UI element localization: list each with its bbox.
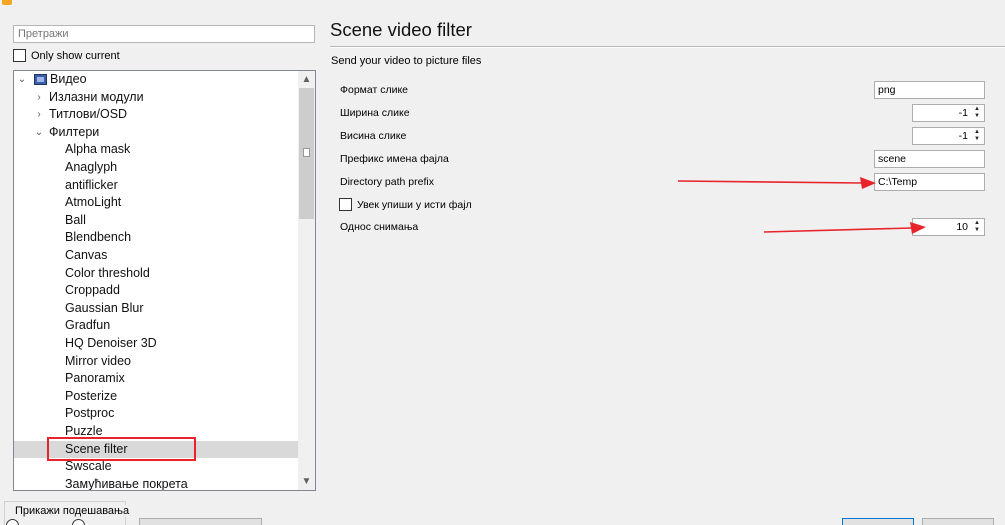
tree-item[interactable]: Color threshold xyxy=(14,265,298,283)
recording-ratio-value: 10 xyxy=(956,221,968,233)
tree-item[interactable]: HQ Denoiser 3D xyxy=(14,335,298,353)
tree-item-label: Ball xyxy=(65,212,86,227)
tree-item[interactable]: › Титлови/OSD xyxy=(14,106,298,124)
tree-item[interactable]: ⌄ Видео xyxy=(14,71,298,89)
tree-item[interactable]: antiflicker xyxy=(14,177,298,195)
spin-down-icon[interactable]: ▼ xyxy=(971,227,983,234)
tree-item-label: antiflicker xyxy=(65,177,118,192)
tree-item-label: Gradfun xyxy=(65,318,111,333)
tree-item-label: Croppadd xyxy=(65,283,120,298)
image-height-value: -1 xyxy=(958,130,968,142)
tree-item-label: Mirror video xyxy=(65,353,131,368)
tree-item-label: Panoramix xyxy=(65,371,125,386)
always-write-same-file-label: Увек упиши у исти фајл xyxy=(357,199,472,211)
tree-item-label: Излазни модули xyxy=(49,89,144,104)
spin-up-icon[interactable]: ▲ xyxy=(971,220,983,227)
cancel-button[interactable] xyxy=(922,518,994,525)
search-input[interactable]: Претражи xyxy=(13,25,315,43)
chevron-right-icon[interactable]: › xyxy=(34,106,44,124)
image-width-value: -1 xyxy=(958,107,968,119)
save-button[interactable] xyxy=(842,518,914,525)
tree-item[interactable]: Замућивање покрета xyxy=(14,476,298,491)
tree-item-label: Замућивање покрета xyxy=(65,476,188,491)
tree-item-label: Canvas xyxy=(65,248,108,262)
vlc-cone-icon xyxy=(2,0,12,5)
only-show-current-checkbox[interactable] xyxy=(13,49,26,62)
tree-item-label: Титлови/OSD xyxy=(49,107,128,122)
chevron-right-icon[interactable]: › xyxy=(34,89,44,107)
tree-item-label: Color threshold xyxy=(65,265,150,280)
recording-ratio-label: Однос снимања xyxy=(340,221,419,233)
image-height-label: Висина слике xyxy=(340,130,407,142)
tree-item-label: Филтери xyxy=(49,124,100,139)
show-settings-all-radio[interactable] xyxy=(72,519,85,525)
tree-item-label: Postproc xyxy=(65,406,115,421)
image-height-spinbox[interactable]: -1 ▲ ▼ xyxy=(912,127,985,145)
spin-down-icon[interactable]: ▼ xyxy=(971,136,983,143)
tree-item-label: AtmoLight xyxy=(65,195,122,210)
scrollbar-thumb[interactable] xyxy=(299,88,314,219)
tree-item[interactable]: Postproc xyxy=(14,405,298,423)
image-format-input[interactable]: png xyxy=(874,81,985,99)
tree-item-label: Gaussian Blur xyxy=(65,300,144,315)
filename-prefix-input[interactable]: scene xyxy=(874,150,985,168)
image-width-spinbox[interactable]: -1 ▲ ▼ xyxy=(912,104,985,122)
image-width-label: Ширина слике xyxy=(340,107,410,119)
ratio-annotation-arrow-icon xyxy=(763,222,926,234)
tree-item-label: Posterize xyxy=(65,388,118,403)
tree-item[interactable]: Blendbench xyxy=(14,229,298,247)
directory-annotation-arrow-icon xyxy=(677,177,876,189)
scrollbar-grip xyxy=(303,148,310,157)
page-subtitle: Send your video to picture files xyxy=(331,55,482,67)
show-settings-simple-radio[interactable] xyxy=(6,519,19,525)
title-divider-highlight xyxy=(330,47,1005,48)
tree-item[interactable]: ⌄ Филтери xyxy=(14,124,298,142)
spin-up-icon[interactable]: ▲ xyxy=(971,106,983,113)
always-write-same-file-checkbox[interactable] xyxy=(339,198,352,211)
tree-item-label: Видео xyxy=(50,72,87,86)
directory-path-prefix-input[interactable]: C:\Temp xyxy=(874,173,985,191)
tree-scrollbar[interactable]: ▲ ▼ xyxy=(298,71,315,490)
tree-item[interactable]: Panoramix xyxy=(14,370,298,388)
image-format-label: Формат слике xyxy=(340,84,409,96)
chevron-down-icon[interactable]: ⌄ xyxy=(17,71,27,89)
directory-path-prefix-label: Directory path prefix xyxy=(340,176,434,188)
tree-item[interactable]: Gradfun xyxy=(14,317,298,335)
window-title-bar xyxy=(0,0,1005,9)
tree-item[interactable]: › Излазни модули xyxy=(14,89,298,107)
tree-item[interactable]: Croppadd xyxy=(14,282,298,300)
video-icon xyxy=(34,74,47,85)
tree-item-label: HQ Denoiser 3D xyxy=(65,336,157,350)
tree-item[interactable]: Ball xyxy=(14,212,298,230)
tree-item[interactable]: Anaglyph xyxy=(14,159,298,177)
tree-item-label: Blendbench xyxy=(65,230,132,245)
scroll-up-icon[interactable]: ▲ xyxy=(298,71,315,88)
tree-item-label: Anaglyph xyxy=(65,160,118,174)
settings-tree: ⌄ Видео › Излазни модули › Титлови/OSD ⌄ Филтер… xyxy=(13,70,316,491)
reset-preferences-button[interactable] xyxy=(139,518,262,525)
tree-item[interactable]: Gaussian Blur xyxy=(14,300,298,318)
chevron-down-icon[interactable]: ⌄ xyxy=(34,124,44,142)
scene-filter-highlight-box xyxy=(47,437,196,461)
scroll-down-icon[interactable]: ▼ xyxy=(298,473,315,490)
tree-item[interactable]: Mirror video xyxy=(14,353,298,371)
spin-up-icon[interactable]: ▲ xyxy=(971,129,983,136)
page-title: Scene video filter xyxy=(330,19,472,40)
spin-down-icon[interactable]: ▼ xyxy=(971,113,983,120)
filename-prefix-label: Префикс имена фајла xyxy=(340,153,449,165)
tree-item[interactable]: Alpha mask xyxy=(14,141,298,159)
tree-item[interactable]: Canvas xyxy=(14,247,298,265)
tree-item-label: Alpha mask xyxy=(65,142,131,157)
tree-item[interactable]: Posterize xyxy=(14,388,298,406)
tree-item[interactable]: AtmoLight xyxy=(14,194,298,212)
only-show-current-label: Only show current xyxy=(31,50,120,62)
show-settings-label: Прикажи подешавања xyxy=(14,505,131,517)
